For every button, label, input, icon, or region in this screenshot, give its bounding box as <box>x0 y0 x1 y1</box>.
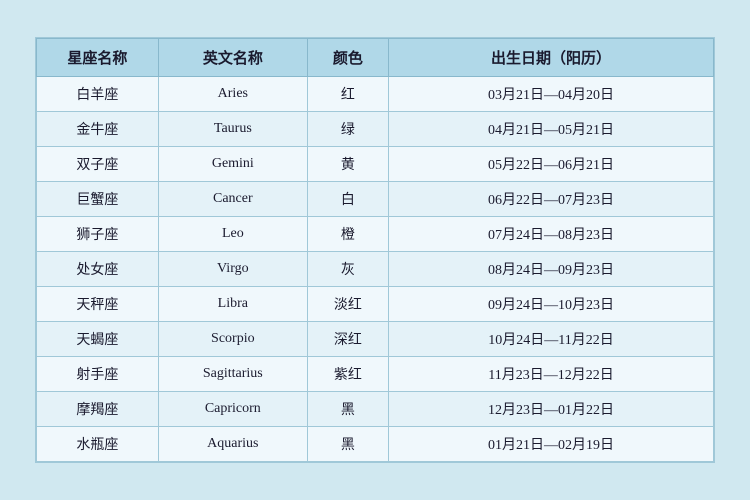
cell-chinese: 狮子座 <box>37 217 159 252</box>
cell-english: Capricorn <box>158 392 307 427</box>
cell-color: 灰 <box>307 252 388 287</box>
cell-dates: 04月21日—05月21日 <box>389 112 714 147</box>
table-row: 狮子座Leo橙07月24日—08月23日 <box>37 217 714 252</box>
cell-chinese: 处女座 <box>37 252 159 287</box>
cell-english: Gemini <box>158 147 307 182</box>
cell-color: 绿 <box>307 112 388 147</box>
cell-dates: 11月23日—12月22日 <box>389 357 714 392</box>
table-row: 射手座Sagittarius紫红11月23日—12月22日 <box>37 357 714 392</box>
table-row: 处女座Virgo灰08月24日—09月23日 <box>37 252 714 287</box>
cell-dates: 09月24日—10月23日 <box>389 287 714 322</box>
cell-color: 淡红 <box>307 287 388 322</box>
header-date: 出生日期（阳历） <box>389 39 714 77</box>
table-row: 水瓶座Aquarius黑01月21日—02月19日 <box>37 427 714 462</box>
cell-english: Aries <box>158 77 307 112</box>
cell-color: 深红 <box>307 322 388 357</box>
header-color: 颜色 <box>307 39 388 77</box>
cell-color: 橙 <box>307 217 388 252</box>
cell-dates: 07月24日—08月23日 <box>389 217 714 252</box>
cell-dates: 01月21日—02月19日 <box>389 427 714 462</box>
cell-english: Virgo <box>158 252 307 287</box>
cell-color: 紫红 <box>307 357 388 392</box>
cell-english: Aquarius <box>158 427 307 462</box>
cell-chinese: 白羊座 <box>37 77 159 112</box>
zodiac-table: 星座名称 英文名称 颜色 出生日期（阳历） 白羊座Aries红03月21日—04… <box>36 38 714 462</box>
cell-english: Leo <box>158 217 307 252</box>
cell-english: Libra <box>158 287 307 322</box>
cell-dates: 08月24日—09月23日 <box>389 252 714 287</box>
cell-chinese: 天蝎座 <box>37 322 159 357</box>
table-row: 双子座Gemini黄05月22日—06月21日 <box>37 147 714 182</box>
cell-english: Taurus <box>158 112 307 147</box>
cell-chinese: 天秤座 <box>37 287 159 322</box>
cell-english: Cancer <box>158 182 307 217</box>
cell-dates: 05月22日—06月21日 <box>389 147 714 182</box>
cell-chinese: 水瓶座 <box>37 427 159 462</box>
header-chinese: 星座名称 <box>37 39 159 77</box>
table-row: 天蝎座Scorpio深红10月24日—11月22日 <box>37 322 714 357</box>
table-row: 巨蟹座Cancer白06月22日—07月23日 <box>37 182 714 217</box>
table-row: 摩羯座Capricorn黑12月23日—01月22日 <box>37 392 714 427</box>
table-header-row: 星座名称 英文名称 颜色 出生日期（阳历） <box>37 39 714 77</box>
cell-color: 黄 <box>307 147 388 182</box>
cell-chinese: 巨蟹座 <box>37 182 159 217</box>
table-row: 白羊座Aries红03月21日—04月20日 <box>37 77 714 112</box>
cell-chinese: 金牛座 <box>37 112 159 147</box>
cell-dates: 10月24日—11月22日 <box>389 322 714 357</box>
cell-chinese: 双子座 <box>37 147 159 182</box>
cell-color: 黑 <box>307 392 388 427</box>
cell-dates: 03月21日—04月20日 <box>389 77 714 112</box>
header-english: 英文名称 <box>158 39 307 77</box>
cell-color: 黑 <box>307 427 388 462</box>
table-row: 天秤座Libra淡红09月24日—10月23日 <box>37 287 714 322</box>
table-row: 金牛座Taurus绿04月21日—05月21日 <box>37 112 714 147</box>
table-body: 白羊座Aries红03月21日—04月20日金牛座Taurus绿04月21日—0… <box>37 77 714 462</box>
cell-color: 白 <box>307 182 388 217</box>
zodiac-table-container: 星座名称 英文名称 颜色 出生日期（阳历） 白羊座Aries红03月21日—04… <box>35 37 715 463</box>
cell-dates: 06月22日—07月23日 <box>389 182 714 217</box>
cell-english: Sagittarius <box>158 357 307 392</box>
cell-chinese: 射手座 <box>37 357 159 392</box>
cell-color: 红 <box>307 77 388 112</box>
cell-dates: 12月23日—01月22日 <box>389 392 714 427</box>
cell-english: Scorpio <box>158 322 307 357</box>
cell-chinese: 摩羯座 <box>37 392 159 427</box>
